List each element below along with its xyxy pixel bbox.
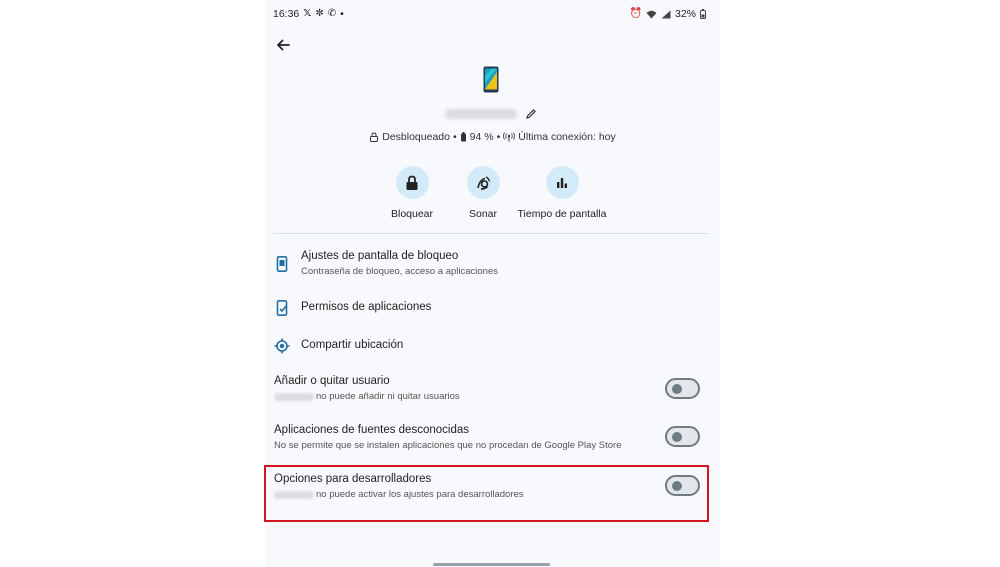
- bar-chart-icon: [557, 177, 567, 188]
- location-target-icon: [274, 338, 290, 354]
- lock-open-icon: [370, 132, 379, 142]
- status-right: ⏰ 32%: [630, 8, 706, 20]
- unknown-sources-subtitle: No se permite que se instalen aplicacion…: [274, 440, 622, 451]
- pinwheel-icon: ✼: [315, 8, 324, 19]
- lock-status: Desbloqueado: [382, 131, 450, 143]
- phone-device-icon: [483, 66, 499, 93]
- highlight-box: [264, 465, 709, 522]
- add-user-title: Añadir o quitar usuario: [274, 375, 390, 387]
- screen-time-action-label: Tiempo de pantalla: [517, 208, 607, 220]
- app-permissions-title: Permisos de aplicaciones: [301, 301, 432, 313]
- ring-action-button[interactable]: Sonar: [456, 166, 510, 220]
- home-indicator[interactable]: [433, 563, 550, 566]
- signal-icon: [661, 10, 671, 18]
- whatsapp-icon: ✆: [327, 8, 337, 19]
- lock-action-button[interactable]: Bloquear: [385, 166, 439, 220]
- add-user-toggle[interactable]: [665, 378, 700, 399]
- phone-screen-icon: [276, 256, 288, 272]
- alarm-icon: ⏰: [629, 8, 642, 19]
- battery-icon: [700, 9, 706, 19]
- device-status-line: Desbloqueado • 94 % • Última conexión: h…: [265, 131, 720, 143]
- last-connection: Última conexión: hoy: [518, 131, 616, 143]
- unknown-sources-title: Aplicaciones de fuentes desconocidas: [274, 424, 469, 436]
- screen-time-action-circle: [545, 166, 579, 199]
- add-user-subtitle: no puede añadir ni quitar usuarios: [274, 391, 460, 402]
- status-dot: •: [340, 8, 344, 20]
- back-button[interactable]: [274, 36, 292, 54]
- separator-dot: •: [496, 131, 501, 143]
- toggle-knob: [672, 384, 682, 394]
- lock-icon: [406, 175, 418, 190]
- device-name-blurred: [445, 109, 517, 119]
- battery-percent: 32%: [674, 8, 696, 20]
- section-divider: [273, 233, 708, 234]
- battery-status-icon: [460, 132, 466, 142]
- edit-pencil-icon[interactable]: [525, 108, 537, 120]
- lock-action-label: Bloquear: [390, 208, 434, 220]
- screen-time-action-button[interactable]: Tiempo de pantalla: [517, 166, 607, 220]
- battery-level: 94 %: [469, 131, 494, 143]
- ring-action-label: Sonar: [468, 208, 498, 220]
- app-permissions-icon: [276, 300, 288, 316]
- connection-icon: [503, 132, 516, 142]
- unknown-sources-item[interactable]: Aplicaciones de fuentes desconocidas No …: [265, 420, 720, 460]
- share-location-item[interactable]: Compartir ubicación: [265, 334, 720, 358]
- ring-icon: [477, 175, 491, 190]
- status-time: 16:36: [273, 8, 300, 20]
- add-user-subtitle-text: no puede añadir ni quitar usuarios: [316, 391, 460, 402]
- share-location-title: Compartir ubicación: [301, 339, 404, 351]
- app-permissions-item[interactable]: Permisos de aplicaciones: [265, 296, 720, 320]
- separator-dot: •: [452, 131, 457, 143]
- lock-screen-subtitle: Contraseña de bloqueo, acceso a aplicaci…: [301, 266, 498, 277]
- lock-screen-settings-item[interactable]: Ajustes de pantalla de bloqueo Contraseñ…: [265, 246, 720, 284]
- unknown-sources-toggle[interactable]: [665, 426, 700, 447]
- lock-screen-title: Ajustes de pantalla de bloqueo: [301, 250, 459, 262]
- x-icon: 𝕏: [303, 8, 312, 19]
- status-left: 16:36 𝕏 ✼ ✆ •: [273, 8, 344, 20]
- toggle-knob: [672, 432, 682, 442]
- add-remove-user-item[interactable]: Añadir o quitar usuario no puede añadir …: [265, 371, 720, 411]
- wifi-icon: [646, 10, 657, 18]
- arrow-left-icon: [277, 39, 290, 51]
- lock-action-circle: [395, 166, 429, 199]
- ring-action-circle: [466, 166, 500, 199]
- status-bar: 16:36 𝕏 ✼ ✆ • ⏰ 32%: [273, 6, 706, 22]
- user-name-blurred: [274, 392, 314, 401]
- device-name-row: [445, 106, 537, 122]
